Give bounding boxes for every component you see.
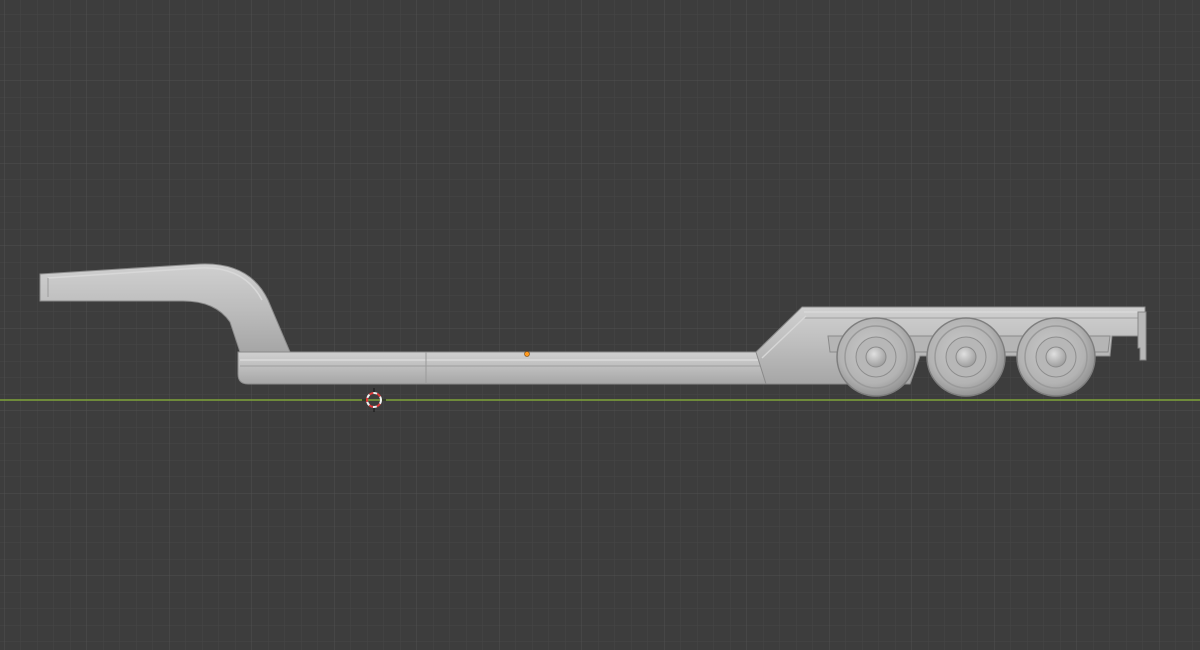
3d-viewport[interactable]	[0, 0, 1200, 650]
wheel-3[interactable]	[1016, 317, 1096, 397]
object-origin-dot	[524, 351, 530, 357]
wheel-2[interactable]	[926, 317, 1006, 397]
trailer-deck[interactable]	[237, 351, 767, 385]
viewport-canvas[interactable]	[0, 0, 1200, 650]
wheel-1[interactable]	[836, 317, 916, 397]
